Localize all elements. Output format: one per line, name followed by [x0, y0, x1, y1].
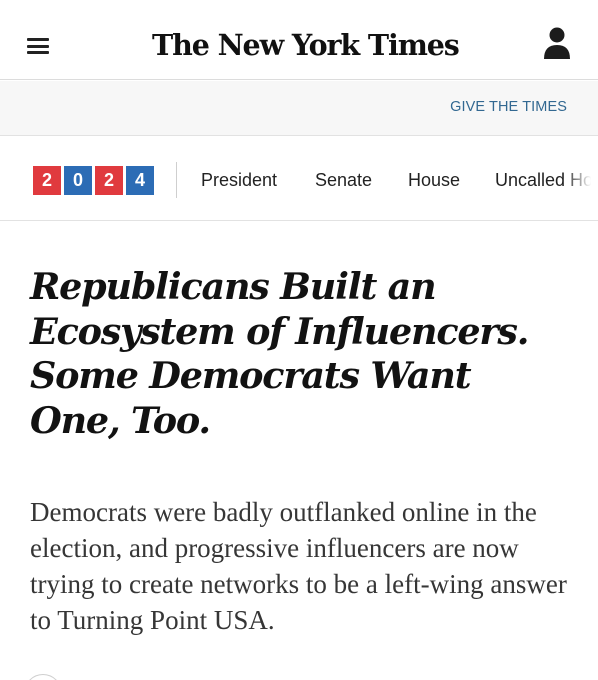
- badge-digit: 2: [95, 166, 123, 195]
- promo-bar: GIVE THE TIMES: [0, 81, 598, 136]
- menu-bar: [27, 51, 49, 54]
- menu-bar: [27, 44, 49, 48]
- share-button[interactable]: [24, 674, 62, 680]
- article-headline: Republicans Built an Ecosystem of Influe…: [30, 265, 529, 442]
- menu-bar: [27, 38, 49, 41]
- nav-item-senate[interactable]: Senate: [315, 170, 372, 191]
- nav-overflow-fade: [564, 137, 598, 220]
- nav-divider: [176, 162, 177, 198]
- badge-digit: 0: [64, 166, 92, 195]
- article-summary: Democrats were badly outflanked online i…: [30, 497, 567, 635]
- badge-digit: 2: [33, 166, 61, 195]
- nyt-logo[interactable]: The New York Times: [152, 22, 460, 68]
- badge-digit: 4: [126, 166, 154, 195]
- user-account-icon[interactable]: [542, 26, 572, 60]
- election-2024-badge[interactable]: 2 0 2 4: [33, 166, 154, 195]
- masthead: The New York Times: [0, 0, 598, 80]
- nav-item-house[interactable]: House: [408, 170, 460, 191]
- hamburger-menu-icon[interactable]: [27, 38, 49, 54]
- give-the-times-link[interactable]: GIVE THE TIMES: [450, 99, 567, 115]
- nav-item-president[interactable]: President: [201, 170, 277, 191]
- election-nav: 2 0 2 4 President Senate House Uncalled …: [0, 137, 598, 221]
